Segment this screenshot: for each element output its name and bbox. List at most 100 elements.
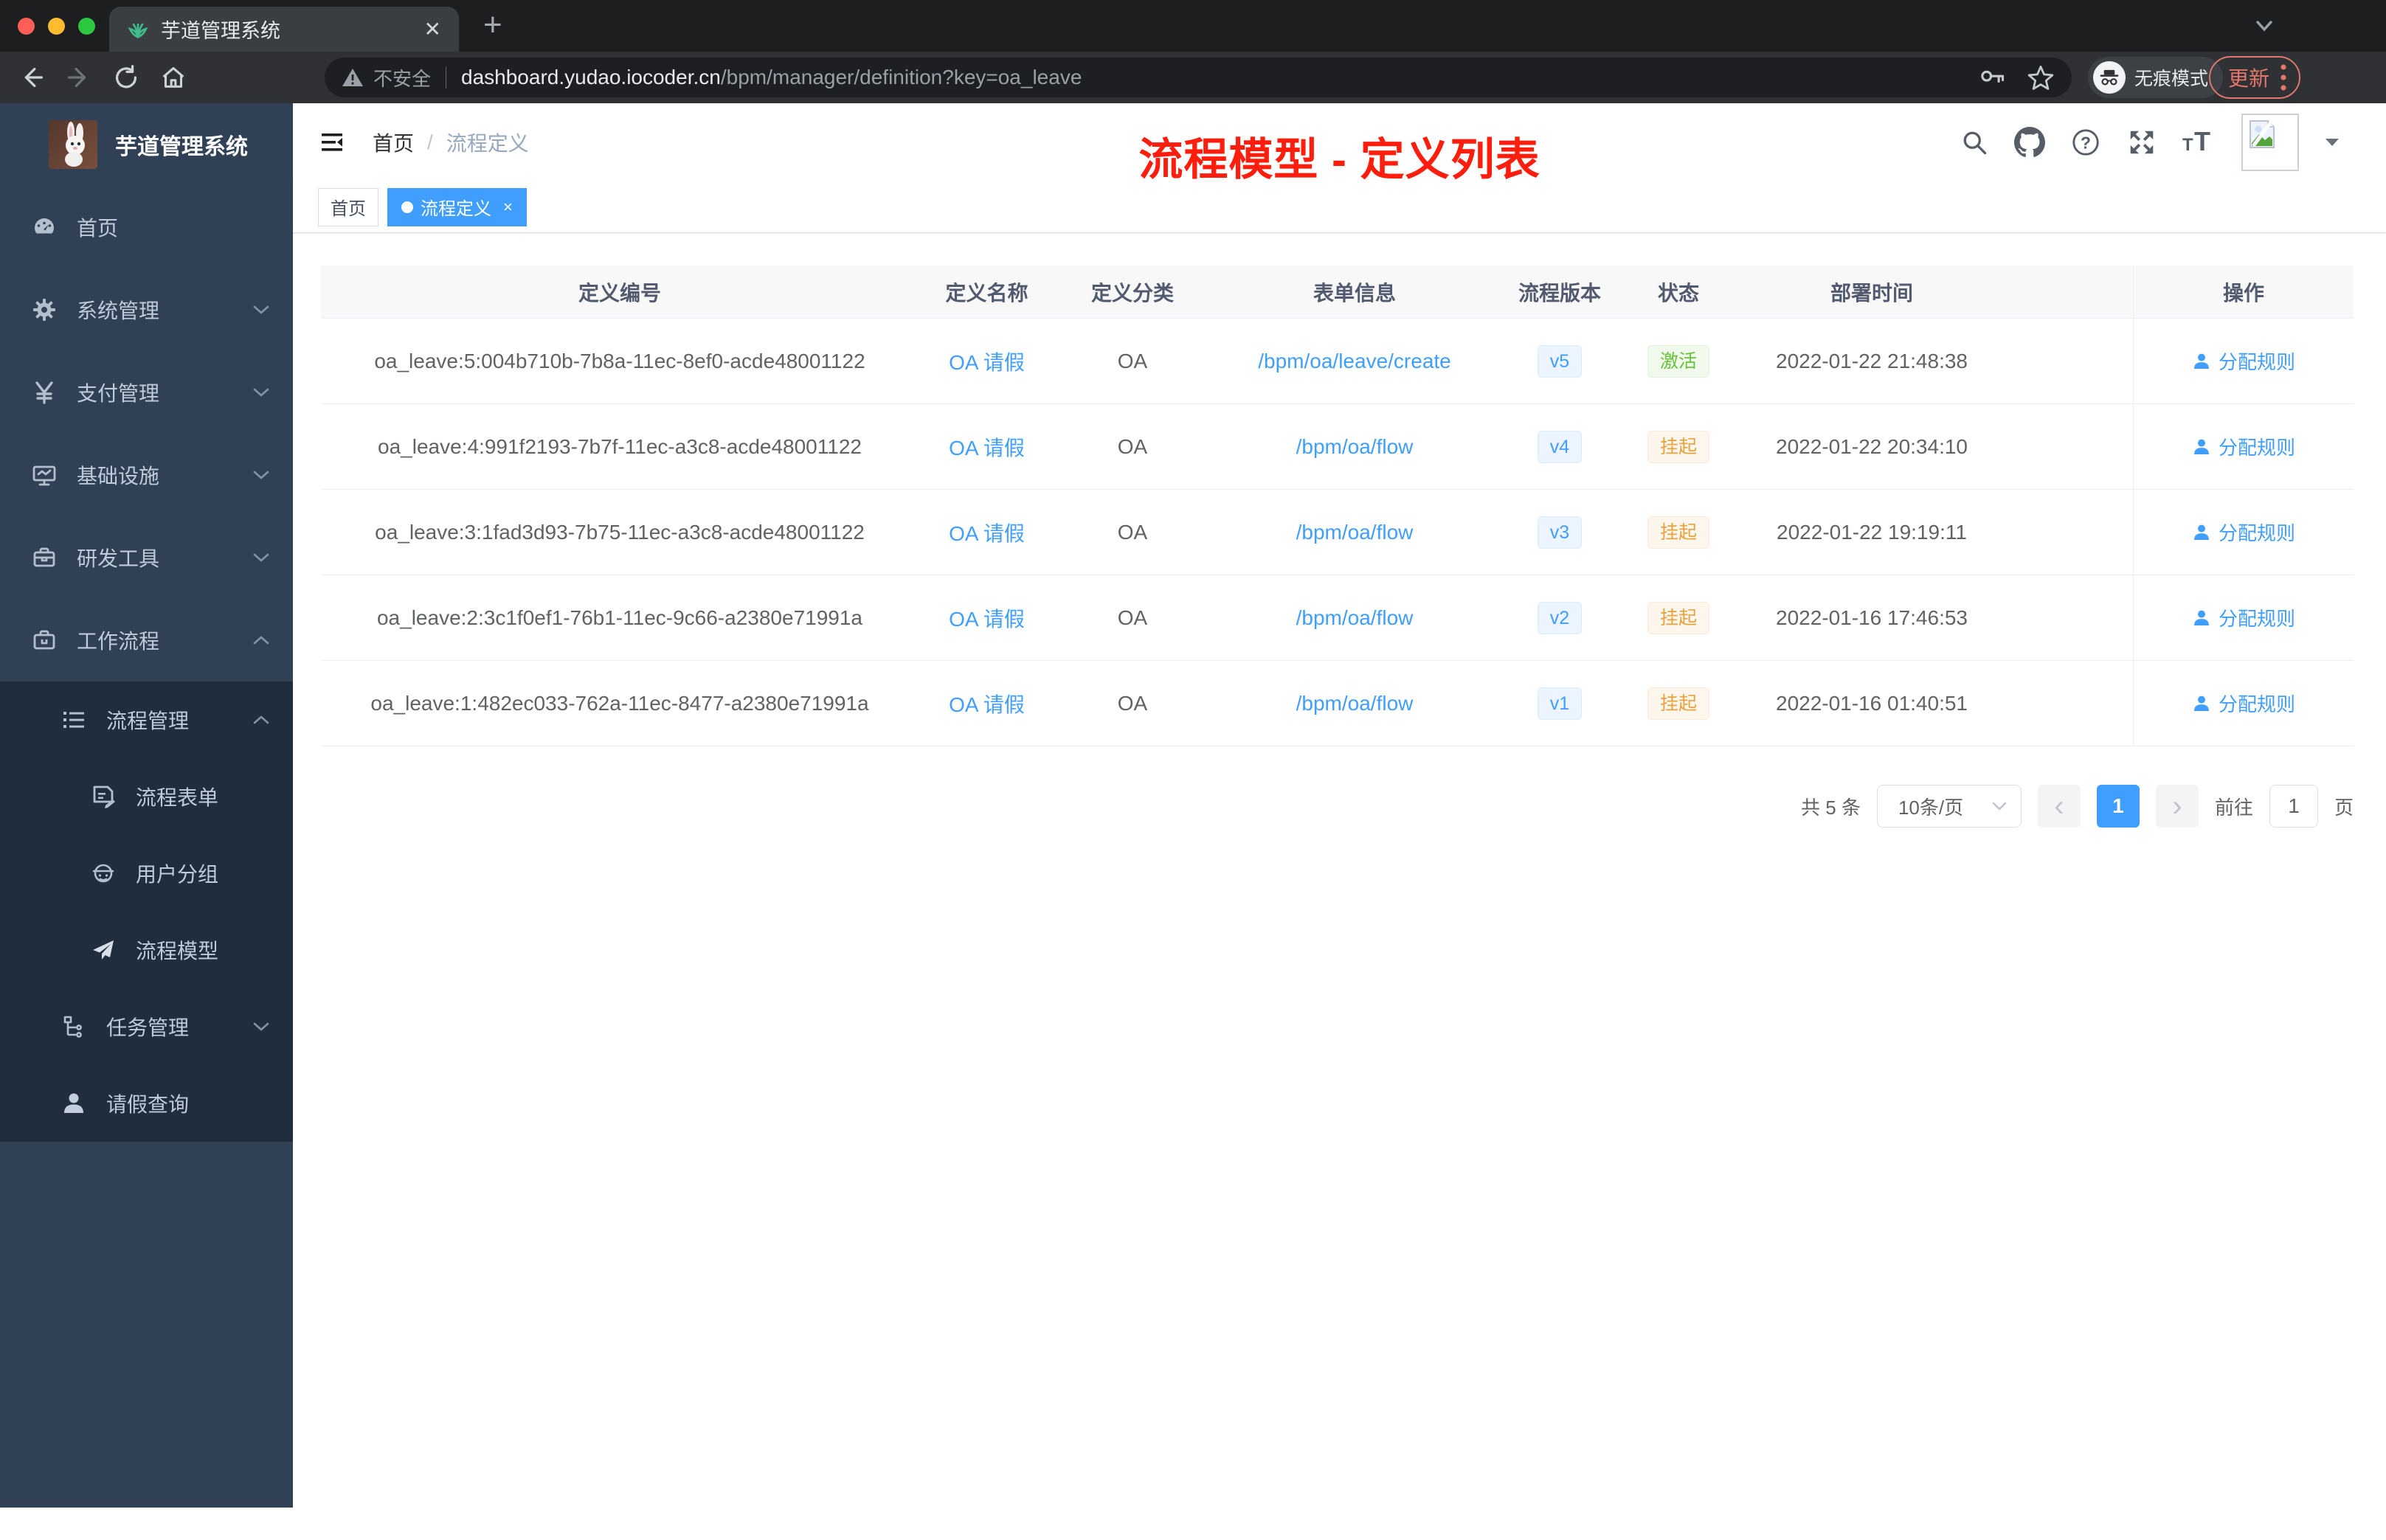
sidebar-item-system[interactable]: 系统管理 — [0, 268, 293, 351]
bookmark-star-icon[interactable] — [2026, 63, 2055, 92]
browser-nav-buttons — [16, 62, 189, 93]
browser-menu-dots-icon[interactable] — [2280, 63, 2287, 91]
tag-process-definition[interactable]: 流程定义 × — [387, 187, 527, 226]
form-info-link[interactable]: /bpm/oa/flow — [1296, 435, 1414, 458]
prev-page-button[interactable]: ‹ — [2037, 785, 2081, 828]
close-window-button[interactable] — [18, 18, 35, 35]
incognito-badge: 无痕模式 — [2088, 57, 2224, 98]
forward-icon[interactable] — [63, 62, 94, 93]
assign-rule-button[interactable]: 分配规则 — [2134, 347, 2354, 375]
cell-category: OA — [1117, 520, 1148, 544]
zoom-window-button[interactable] — [78, 18, 95, 35]
form-info-link[interactable]: /bpm/oa/leave/create — [1258, 350, 1451, 372]
browser-toolbar: 不安全 dashboard.yudao.iocoder.cn/bpm/manag… — [0, 52, 2386, 103]
sidebar-item-process-model[interactable]: 流程模型 — [0, 912, 293, 988]
browser-tab[interactable]: 芋道管理系统 ✕ — [109, 7, 459, 52]
sidebar-item-infrastructure[interactable]: 基础设施 — [0, 434, 293, 516]
definition-name-link[interactable]: OA 请假 — [949, 351, 1025, 374]
definition-table: 定义编号 定义名称 定义分类 表单信息 流程版本 状态 部署时间 操作 oa_l… — [321, 266, 2354, 746]
top-navbar: 首页 / 流程定义 流程模型 - 定义列表 ? TT — [293, 103, 2386, 184]
assign-rule-button[interactable]: 分配规则 — [2134, 690, 2354, 717]
cell-definition-id: oa_leave:3:1fad3d93-7b75-11ec-a3c8-acde4… — [375, 520, 865, 544]
page-number-1[interactable]: 1 — [2096, 785, 2140, 828]
table-row: oa_leave:5:004b710b-7b8a-11ec-8ef0-acde4… — [321, 319, 2354, 404]
browser-update-button[interactable]: 更新 — [2209, 56, 2301, 99]
incognito-icon — [2093, 61, 2126, 94]
tab-favicon-plant-icon — [128, 23, 148, 38]
assign-rule-button[interactable]: 分配规则 — [2134, 518, 2354, 546]
github-icon[interactable] — [2014, 127, 2045, 158]
sidebar-item-user-group[interactable]: 用户分组 — [0, 835, 293, 912]
status-badge: 挂起 — [1647, 430, 1709, 463]
select-chevron-down-icon — [1992, 802, 2007, 811]
back-icon[interactable] — [16, 62, 47, 93]
column-header: 定义名称 — [945, 281, 1028, 305]
form-info-link[interactable]: /bpm/oa/flow — [1296, 521, 1414, 544]
table-row: oa_leave:2:3c1f0ef1-76b1-11ec-9c66-a2380… — [321, 575, 2354, 661]
font-size-icon[interactable]: TT — [2182, 127, 2216, 158]
password-key-icon[interactable] — [1977, 63, 2007, 92]
assign-rule-button[interactable]: 分配规则 — [2134, 604, 2354, 631]
definition-name-link[interactable]: OA 请假 — [949, 608, 1025, 631]
sidebar-item-label: 支付管理 — [77, 382, 160, 405]
sidebar-item-label: 任务管理 — [106, 1016, 190, 1039]
fullscreen-icon[interactable] — [2126, 127, 2157, 158]
version-badge: v3 — [1537, 516, 1583, 549]
cell-deploy-time: 2022-01-22 21:48:38 — [1776, 349, 1968, 372]
address-bar[interactable]: 不安全 dashboard.yudao.iocoder.cn/bpm/manag… — [325, 58, 2072, 97]
dashboard-icon — [31, 215, 58, 240]
sidebar-item-workflow[interactable]: 工作流程 — [0, 599, 293, 681]
help-icon[interactable]: ? — [2070, 127, 2101, 158]
sidebar-item-label: 首页 — [77, 217, 119, 240]
sidebar-logo[interactable]: 芋道管理系统 — [0, 103, 293, 186]
minimize-window-button[interactable] — [48, 18, 65, 35]
sidebar-item-label: 流程表单 — [136, 786, 219, 809]
breadcrumb-home[interactable]: 首页 — [373, 128, 414, 157]
next-page-button[interactable]: › — [2155, 785, 2199, 828]
tag-home[interactable]: 首页 — [318, 187, 378, 226]
url-path: /bpm/manager/definition?key=oa_leave — [720, 66, 1082, 89]
version-badge: v4 — [1537, 430, 1583, 463]
tag-close-icon[interactable]: × — [503, 198, 513, 217]
reload-icon[interactable] — [111, 62, 142, 93]
url-host: dashboard.yudao.iocoder.cn — [461, 66, 721, 89]
svg-text:T: T — [2194, 127, 2210, 156]
page-size-select[interactable]: 10条/页 — [1876, 785, 2022, 828]
home-icon[interactable] — [158, 62, 189, 93]
goto-page-input[interactable] — [2269, 785, 2318, 828]
tab-close-icon[interactable]: ✕ — [424, 18, 441, 40]
sidebar-item-payment[interactable]: 支付管理 — [0, 351, 293, 434]
tag-label: 首页 — [331, 199, 366, 219]
page-size-value: 10条/页 — [1898, 796, 1964, 819]
definition-name-link[interactable]: OA 请假 — [949, 522, 1025, 545]
paper-plane-icon — [90, 937, 117, 962]
cell-definition-id: oa_leave:1:482ec033-762a-11ec-8477-a2380… — [370, 691, 869, 715]
form-info-link[interactable]: /bpm/oa/flow — [1296, 692, 1414, 715]
user-avatar-broken-image[interactable] — [2241, 114, 2299, 171]
sidebar-item-process-management[interactable]: 流程管理 — [0, 681, 293, 758]
toolbox-icon — [31, 545, 58, 570]
security-warning-icon[interactable] — [341, 66, 364, 89]
cell-definition-id: oa_leave:4:991f2193-7b7f-11ec-a3c8-acde4… — [378, 434, 862, 458]
chevron-down-icon — [253, 388, 269, 397]
sidebar-item-task-management[interactable]: 任务管理 — [0, 988, 293, 1065]
new-tab-button[interactable]: + — [483, 9, 502, 41]
definition-name-link[interactable]: OA 请假 — [949, 693, 1025, 716]
definition-name-link[interactable]: OA 请假 — [949, 437, 1025, 459]
sidebar-item-home[interactable]: 首页 — [0, 186, 293, 268]
sidebar-item-devtools[interactable]: 研发工具 — [0, 516, 293, 599]
window-controls — [18, 18, 95, 35]
form-info-link[interactable]: /bpm/oa/flow — [1296, 606, 1414, 629]
tab-search-chevron-icon[interactable] — [2252, 16, 2277, 35]
assign-rule-button[interactable]: 分配规则 — [2134, 433, 2354, 460]
search-icon[interactable] — [1960, 128, 1989, 157]
logo-avatar — [49, 120, 97, 169]
chevron-up-icon — [253, 715, 269, 724]
avatar-caret-down-icon[interactable] — [2324, 137, 2340, 148]
sidebar-item-process-form[interactable]: 流程表单 — [0, 758, 293, 835]
column-header: 状态 — [1657, 281, 1699, 305]
sidebar-toggle-icon[interactable] — [317, 128, 347, 157]
svg-text:?: ? — [2081, 133, 2091, 153]
sidebar-item-leave-query[interactable]: 请假查询 — [0, 1065, 293, 1142]
sidebar-item-label: 工作流程 — [77, 630, 160, 653]
